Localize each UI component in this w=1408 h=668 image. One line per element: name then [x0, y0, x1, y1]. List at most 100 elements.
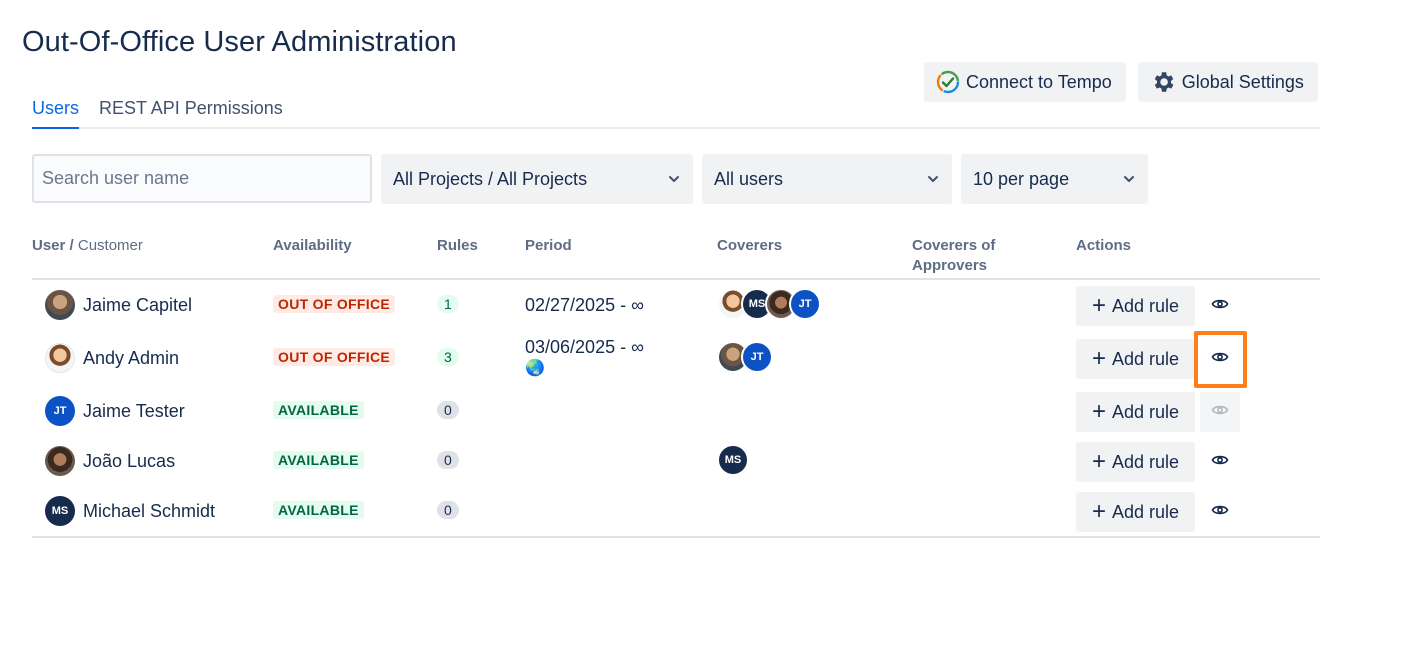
user-cell: JT Jaime Tester [45, 396, 185, 426]
period-text: 03/06/2025 - ∞ [525, 337, 644, 357]
actions-cell: + Add rule [1076, 442, 1240, 482]
actions-cell: + Add rule [1076, 392, 1240, 432]
plus-icon: + [1091, 498, 1106, 525]
avatar[interactable]: JT [741, 341, 773, 373]
add-rule-button[interactable]: + Add rule [1076, 286, 1195, 326]
per-page-select[interactable]: 10 per page [961, 154, 1148, 204]
status-badge: AVAILABLE [273, 401, 364, 419]
table-row: Andy Admin OUT OF OFFICE 3 03/06/2025 - … [32, 333, 1320, 383]
status-badge: OUT OF OFFICE [273, 295, 396, 313]
add-rule-button[interactable]: + Add rule [1076, 339, 1195, 379]
period-cell: 03/06/2025 - ∞ 🌏 [525, 336, 644, 378]
top-buttons: Connect to Tempo Global Settings [924, 62, 1318, 102]
plus-icon: + [1091, 398, 1106, 425]
tab-users[interactable]: Users [32, 98, 80, 129]
eye-icon [1211, 348, 1229, 371]
chevron-down-icon [926, 172, 940, 186]
header-period[interactable]: Period [525, 236, 572, 256]
add-rule-label: Add rule [1111, 501, 1180, 522]
add-rule-button[interactable]: + Add rule [1076, 442, 1195, 482]
rules-count-badge: 3 [437, 348, 459, 366]
header-coverers-of-approvers: Coverers of Approvers [912, 236, 995, 276]
table-row: JT Jaime Tester AVAILABLE 0 + Add rule [32, 386, 1320, 436]
header-coverers: Coverers [717, 237, 783, 254]
view-button[interactable] [1200, 492, 1240, 532]
eye-icon [1211, 451, 1229, 474]
user-name[interactable]: João Lucas [83, 451, 175, 472]
avatar [45, 446, 75, 476]
tab-rest-api-permissions[interactable]: REST API Permissions [99, 98, 283, 127]
view-button[interactable] [1200, 392, 1240, 432]
avatar: MS [45, 496, 75, 526]
user-name[interactable]: Michael Schmidt [83, 501, 215, 522]
rules-count-badge: 0 [437, 401, 459, 419]
add-rule-label: Add rule [1111, 401, 1180, 422]
plus-icon: + [1091, 448, 1106, 475]
page-title: Out-Of-Office User Administration [22, 26, 457, 58]
table-body: Jaime Capitel OUT OF OFFICE 1 02/27/2025… [32, 280, 1320, 538]
header-actions: Actions [1076, 237, 1132, 254]
coverers-avatar-stack: MS JT [717, 288, 821, 320]
search-input[interactable] [32, 154, 372, 203]
users-table: User / Customer Availability Rules Perio… [32, 232, 1320, 538]
header-user-label: User / [32, 237, 74, 254]
table-header: User / Customer Availability Rules Perio… [32, 232, 1320, 280]
avatar[interactable]: JT [789, 288, 821, 320]
coverers-avatar-stack: JT [717, 341, 773, 373]
connect-tempo-button[interactable]: Connect to Tempo [924, 62, 1126, 102]
users-select[interactable]: All users [702, 154, 952, 204]
period-text: 02/27/2025 - ∞ [525, 295, 644, 315]
view-button[interactable] [1200, 339, 1240, 379]
status-badge: AVAILABLE [273, 451, 364, 469]
per-page-select-value: 10 per page [973, 168, 1070, 189]
gear-icon [1150, 69, 1176, 95]
table-row: MS Michael Schmidt AVAILABLE 0 + Add rul… [32, 486, 1320, 536]
add-rule-label: Add rule [1111, 451, 1180, 472]
user-cell: Andy Admin [45, 343, 179, 373]
actions-cell: + Add rule [1076, 286, 1240, 326]
status-badge: OUT OF OFFICE [273, 348, 396, 366]
header-customer-label: Customer [77, 237, 143, 254]
availability-cell: AVAILABLE [273, 501, 364, 519]
avatar [45, 343, 75, 373]
actions-cell: + Add rule [1076, 492, 1240, 532]
plus-icon: + [1091, 292, 1106, 319]
eye-icon [1211, 295, 1229, 318]
add-rule-button[interactable]: + Add rule [1076, 392, 1195, 432]
view-button[interactable] [1200, 286, 1240, 326]
user-cell: MS Michael Schmidt [45, 496, 215, 526]
plus-icon: + [1091, 345, 1106, 372]
view-button[interactable] [1200, 442, 1240, 482]
users-select-value: All users [714, 168, 784, 189]
header-coverers-of-approvers-line1: Coverers of [912, 237, 996, 254]
actions-cell: + Add rule [1076, 339, 1240, 379]
avatar[interactable]: MS [717, 444, 749, 476]
eye-icon [1211, 501, 1229, 524]
availability-cell: AVAILABLE [273, 401, 364, 419]
header-coverers-of-approvers-line2: Approvers [912, 257, 988, 274]
projects-select[interactable]: All Projects / All Projects [381, 154, 693, 204]
header-rules[interactable]: Rules [437, 236, 478, 256]
header-user[interactable]: User / Customer [32, 236, 143, 256]
chevron-down-icon [1122, 172, 1136, 186]
add-rule-button[interactable]: + Add rule [1076, 492, 1195, 532]
rules-cell: 0 [437, 501, 459, 519]
header-availability[interactable]: Availability [273, 236, 352, 256]
globe-icon: 🌏 [525, 360, 545, 377]
table-row: João Lucas AVAILABLE 0 MS + Add rule [32, 436, 1320, 486]
rules-cell: 1 [437, 295, 459, 313]
coverers-cell: JT [717, 341, 773, 373]
coverers-avatar-stack: MS [717, 444, 749, 476]
tempo-check-icon [936, 70, 960, 94]
user-name[interactable]: Jaime Tester [83, 401, 185, 422]
global-settings-button[interactable]: Global Settings [1137, 62, 1318, 102]
eye-icon [1211, 401, 1229, 424]
user-name[interactable]: Jaime Capitel [83, 295, 192, 316]
chevron-down-icon [667, 172, 681, 186]
availability-cell: OUT OF OFFICE [273, 348, 396, 366]
rules-cell: 0 [437, 401, 459, 419]
status-badge: AVAILABLE [273, 501, 364, 519]
coverers-cell: MS JT [717, 288, 821, 320]
user-name[interactable]: Andy Admin [83, 348, 179, 369]
global-settings-label: Global Settings [1181, 71, 1304, 92]
